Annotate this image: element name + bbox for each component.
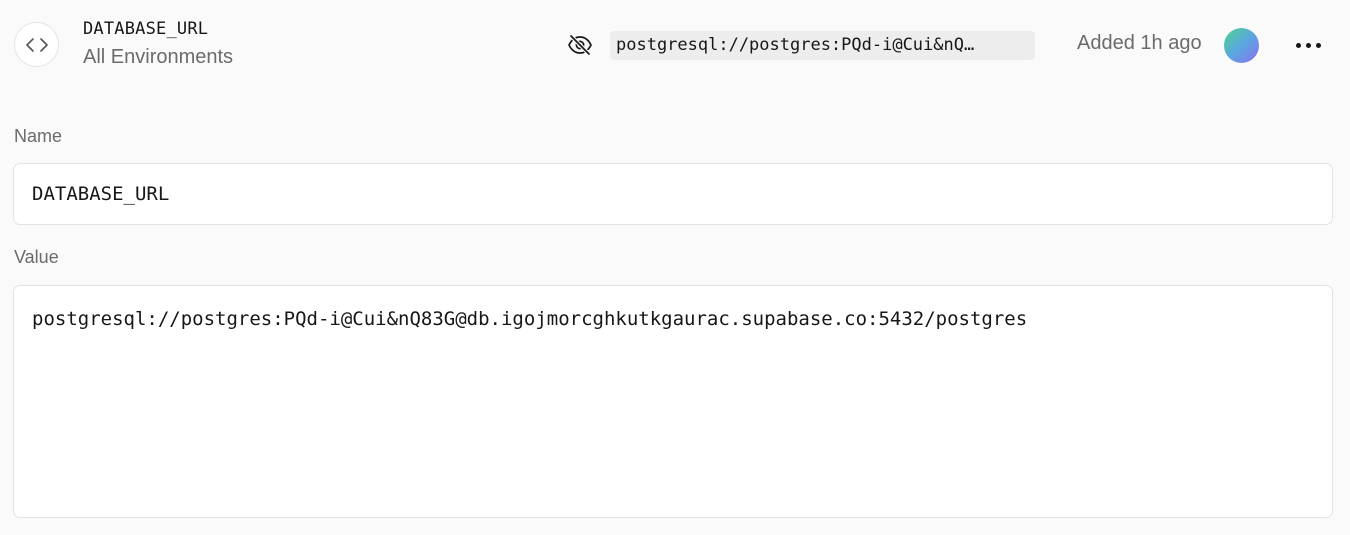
- env-variable-header: DATABASE_URL All Environments postgresql…: [0, 0, 1350, 92]
- value-preview[interactable]: postgresql://postgres:PQd-i@Cui&nQ…: [610, 31, 1035, 60]
- variable-name: DATABASE_URL: [83, 19, 209, 39]
- more-options-button[interactable]: [1290, 30, 1326, 60]
- env-variable-editor: DATABASE_URL All Environments postgresql…: [0, 0, 1350, 535]
- value-textarea[interactable]: postgresql://postgres:PQd-i@Cui&nQ83G@db…: [13, 285, 1333, 518]
- variable-environment: All Environments: [83, 46, 234, 68]
- added-timestamp: Added 1h ago: [1077, 32, 1202, 54]
- value-label: Value: [14, 247, 59, 267]
- more-horizontal-icon: [1295, 42, 1301, 48]
- more-horizontal-icon-dot: [1305, 42, 1311, 48]
- avatar: [1224, 28, 1259, 63]
- code-brackets-icon: [14, 22, 59, 67]
- more-horizontal-icon-dot: [1315, 42, 1321, 48]
- eye-off-icon[interactable]: [566, 31, 594, 59]
- name-input[interactable]: DATABASE_URL: [13, 163, 1333, 225]
- name-label: Name: [14, 126, 63, 146]
